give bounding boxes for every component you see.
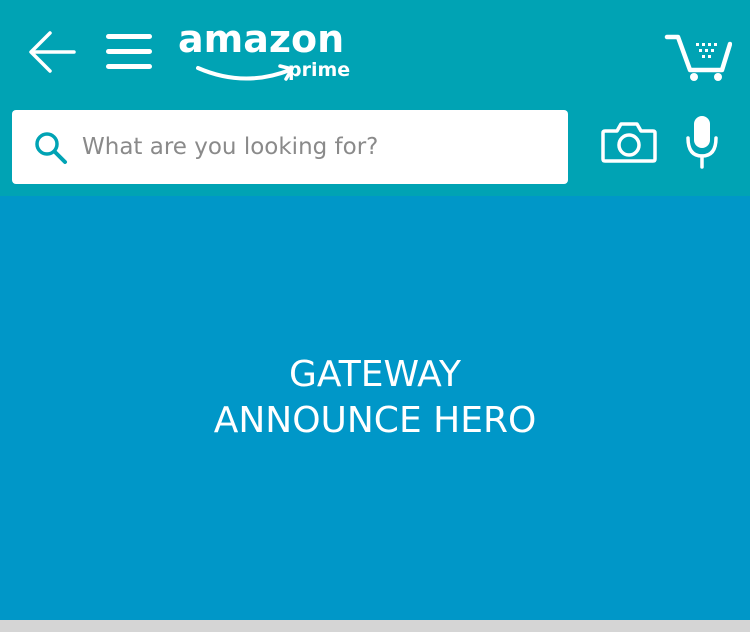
back-button[interactable] — [26, 28, 78, 76]
logo-smile-icon — [196, 64, 294, 81]
logo-wordmark: amazon — [178, 17, 345, 61]
logo-subtitle: prime — [288, 59, 351, 81]
shopping-cart-icon — [664, 34, 733, 81]
arrow-left-icon — [29, 31, 76, 73]
search-input[interactable] — [82, 126, 552, 168]
hero-line-2: ANNOUNCE HERO — [213, 400, 537, 441]
magnifier-icon — [35, 132, 67, 164]
cart-button[interactable] — [664, 32, 733, 82]
voice-search-button[interactable] — [684, 114, 720, 170]
gateway-hero-banner[interactable]: GATEWAY ANNOUNCE HERO — [0, 196, 750, 620]
camera-icon — [601, 122, 657, 163]
hero-title: GATEWAY ANNOUNCE HERO — [214, 352, 537, 444]
camera-search-button[interactable] — [600, 118, 658, 166]
hamburger-menu-icon — [106, 34, 152, 69]
search-bar[interactable] — [12, 110, 568, 184]
menu-button[interactable] — [104, 30, 154, 74]
hero-line-1: GATEWAY — [289, 354, 461, 395]
app-screen: amazon prime What are you looking for? G… — [0, 0, 750, 632]
bottom-divider — [0, 620, 750, 632]
amazon-prime-logo[interactable]: amazon prime — [176, 17, 351, 88]
microphone-icon — [686, 116, 718, 169]
top-header: amazon prime — [0, 0, 750, 196]
